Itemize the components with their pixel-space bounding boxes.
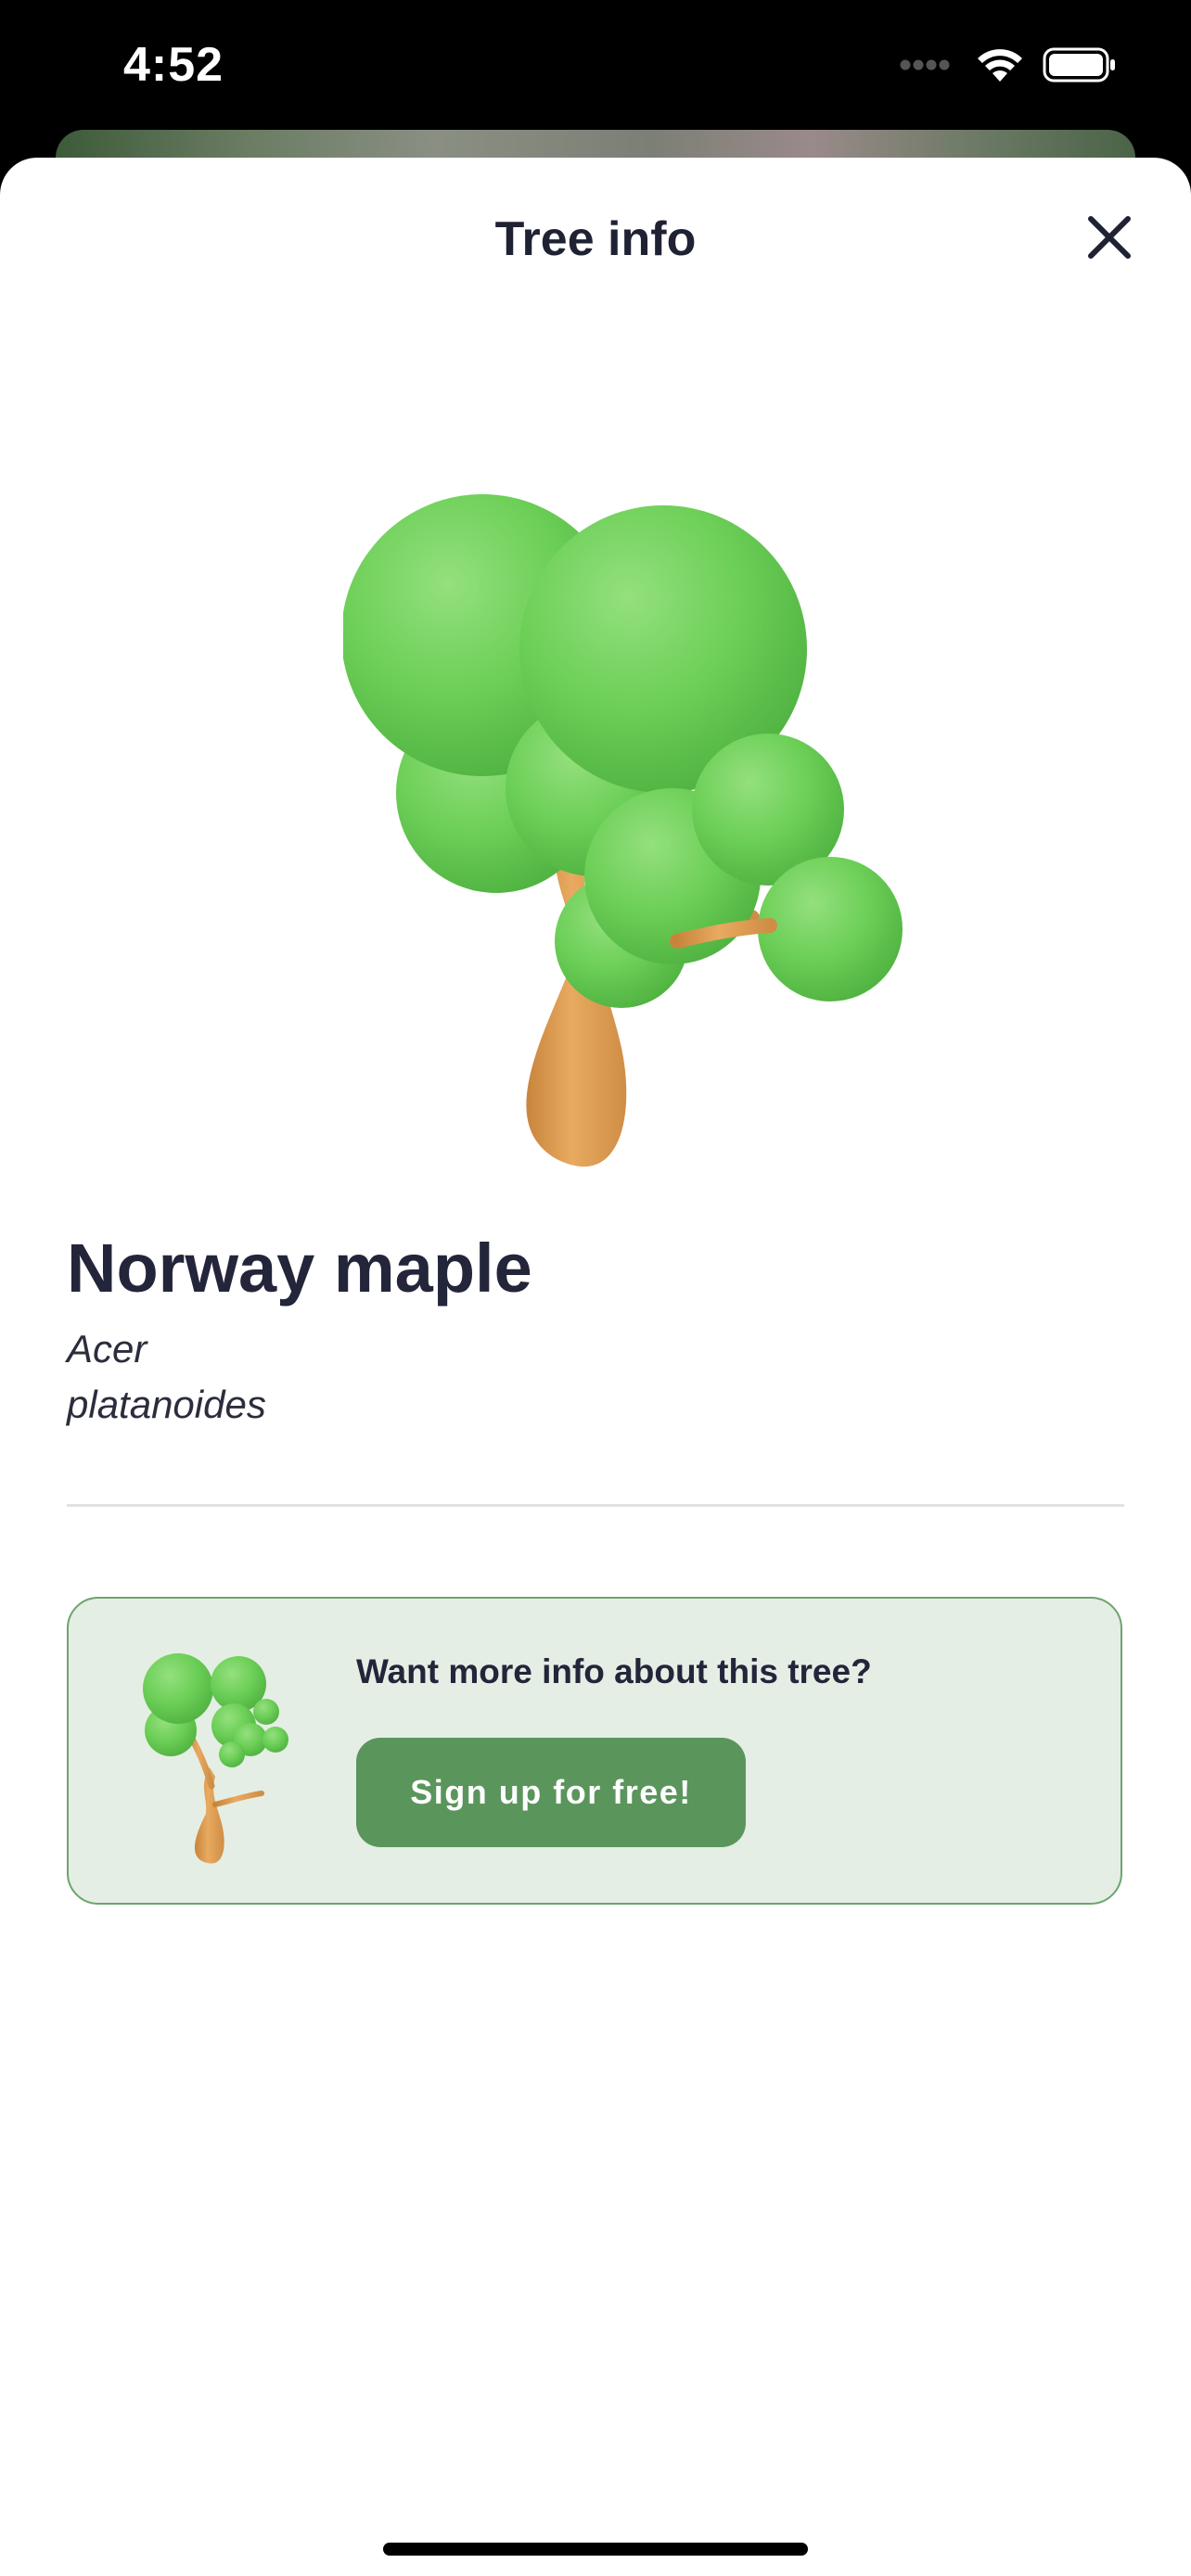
tree-latin-name: Acer platanoides xyxy=(67,1321,531,1433)
promo-question: Want more info about this tree? xyxy=(356,1652,872,1690)
sign-up-button[interactable]: Sign up for free! xyxy=(356,1738,746,1847)
tree-thumbnail-icon xyxy=(141,1647,299,1869)
close-icon xyxy=(1087,215,1132,264)
status-icons xyxy=(900,46,1117,87)
sheet-header: Tree info xyxy=(0,158,1191,315)
divider xyxy=(67,1504,1124,1507)
latin-genus: Acer xyxy=(67,1327,147,1371)
tree-illustration xyxy=(341,306,918,1178)
phone-screen: 4:52 Tree info Norway maple Acer platano… xyxy=(0,0,1191,2576)
sheet-title: Tree info xyxy=(494,212,697,266)
wifi-icon xyxy=(976,46,1024,88)
battery-icon xyxy=(1043,46,1117,88)
latin-species: platanoides xyxy=(67,1383,266,1426)
cellular-signal-icon xyxy=(900,57,957,77)
signup-promo-card: Want more info about this tree? Sign up … xyxy=(67,1597,1122,1905)
status-bar: 4:52 xyxy=(0,0,1191,139)
tree-info-sheet: Tree info Norway maple Acer platanoides … xyxy=(0,158,1191,2576)
tree-common-name: Norway maple xyxy=(67,1230,532,1307)
close-button[interactable] xyxy=(1076,206,1143,273)
status-time: 4:52 xyxy=(123,38,224,92)
home-indicator[interactable] xyxy=(383,2543,808,2556)
